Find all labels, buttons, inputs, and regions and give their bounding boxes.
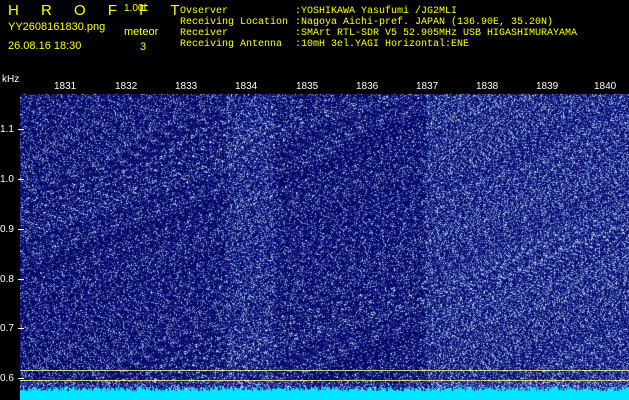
x-tick-label: 1837 (416, 81, 439, 92)
x-tick-label: 1831 (54, 81, 77, 92)
y-tick-mark (18, 279, 24, 280)
x-tick-label: 1838 (476, 81, 499, 92)
meteor-count: 3 (140, 41, 147, 53)
spectrogram-canvas (20, 80, 629, 400)
x-tick-label: 1836 (356, 81, 379, 92)
y-tick-mark (18, 179, 24, 180)
reference-line (20, 380, 629, 381)
app-brand: H R O F F T (8, 2, 189, 19)
y-tick-label: 0.6 (0, 373, 14, 384)
y-tick-mark (18, 328, 24, 329)
y-tick-mark (18, 229, 24, 230)
x-tick-label: 1839 (536, 81, 559, 92)
info-row-receiver: Receiver :SMArt RTL-SDR V5 52.905MHz USB… (180, 28, 577, 39)
info-row-location: Receiving Location :Nagoya Aichi-pref. J… (180, 17, 577, 28)
header-bar: H R O F F T 1.00f YY2608161830.png 26.08… (0, 0, 629, 72)
x-tick-label: 1834 (235, 81, 258, 92)
x-tick-label: 1840 (594, 81, 617, 92)
y-tick-label: 1.1 (0, 124, 14, 135)
x-tick-label: 1832 (115, 81, 138, 92)
y-tick-label: 0.9 (0, 224, 14, 235)
info-row-antenna: Receiving Antenna :10mH 3el.YAGI Horizon… (180, 39, 577, 50)
info-key: Receiving Location (180, 17, 289, 28)
x-tick-label: 1835 (296, 81, 319, 92)
x-tick-label: 1833 (175, 81, 198, 92)
y-tick-label: 1.0 (0, 174, 14, 185)
y-tick-mark (18, 378, 24, 379)
info-row-observer: Ovserver :YOSHIKAWA Yasufumi /JG2MLI (180, 6, 577, 17)
y-unit-label: kHz (2, 74, 20, 85)
info-value: :10mH 3el.YAGI Horizontal:ENE (295, 39, 470, 50)
station-info: Ovserver :YOSHIKAWA Yasufumi /JG2MLI Rec… (180, 6, 577, 50)
meteor-label: meteor (124, 26, 159, 38)
file-name: YY2608161830.png (8, 21, 106, 33)
y-tick-mark (18, 129, 24, 130)
date-time: 26.08.16 18:30 (8, 40, 82, 52)
info-key: Ovserver (180, 6, 229, 17)
y-tick-label: 0.8 (0, 274, 14, 285)
info-value: :Nagoya Aichi-pref. JAPAN (136.90E, 35.2… (295, 17, 554, 28)
info-value: :YOSHIKAWA Yasufumi /JG2MLI (295, 6, 458, 17)
spectrogram (20, 80, 629, 400)
info-key: Receiving Antenna (180, 39, 283, 50)
y-tick-label: 0.7 (0, 323, 14, 334)
app-version: 1.00f (124, 3, 147, 14)
reference-line (20, 370, 629, 371)
info-value: :SMArt RTL-SDR V5 52.905MHz USB HIGASHIM… (295, 28, 578, 39)
info-key: Receiver (180, 28, 229, 39)
